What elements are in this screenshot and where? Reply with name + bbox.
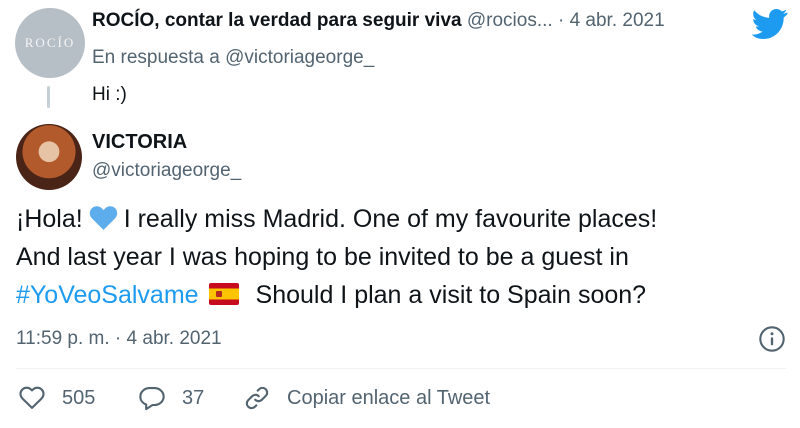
avatar-rocio[interactable]: ROCÍO: [15, 8, 85, 78]
tweet-text-1: I really miss Madrid. One of my favourit…: [123, 205, 658, 233]
twitter-bird-icon[interactable]: [752, 8, 788, 40]
tweet-line-2: And last year I was hoping to be invited…: [16, 243, 629, 271]
link-icon: [245, 386, 269, 410]
thread-line: [47, 86, 50, 108]
tweet-text-3: Should I plan a visit to Spain soon?: [255, 281, 647, 309]
copy-link-button[interactable]: Copiar enlace al Tweet: [243, 384, 490, 412]
tweet-timestamp[interactable]: 11:59 p. m. · 4 abr. 2021: [16, 328, 222, 350]
tweet-line-3: #YoVeoSalvame Should I plan a visit to S…: [16, 276, 786, 314]
spain-flag-emoji-icon: [208, 283, 239, 305]
copy-link-label: Copiar enlace al Tweet: [287, 386, 491, 409]
parent-tweet-text: Hi :): [92, 84, 127, 105]
tweet-body: ¡Hola! I really miss Madrid. One of my fa…: [16, 200, 786, 314]
parent-tweet-header: ROCÍO, contar la verdad para seguir viva…: [92, 10, 665, 32]
info-icon[interactable]: [758, 325, 786, 353]
avatar-text: ROCÍO: [24, 35, 76, 50]
divider: [16, 368, 786, 369]
parent-date[interactable]: 4 abr. 2021: [570, 10, 665, 31]
separator-dot: ·: [557, 10, 565, 31]
parent-handle[interactable]: @rocios...: [467, 10, 553, 31]
reply-button[interactable]: 37: [138, 384, 204, 412]
reply-count: 37: [182, 386, 205, 409]
hashtag-link[interactable]: #YoVeoSalvame: [16, 281, 199, 309]
heart-icon: [19, 386, 45, 409]
reply-to-label[interactable]: En respuesta a @victoriageorge_: [92, 47, 374, 69]
parent-display-name[interactable]: ROCÍO, contar la verdad para seguir viva: [92, 10, 462, 31]
tweet-line-1: ¡Hola! I really miss Madrid. One of my fa…: [16, 200, 786, 238]
like-button[interactable]: 505: [18, 384, 95, 412]
like-count: 505: [62, 386, 96, 409]
comment-icon: [139, 387, 165, 411]
handle[interactable]: @victoriageorge_: [92, 160, 241, 182]
avatar-victoria[interactable]: [16, 124, 82, 190]
blue-heart-emoji-icon: [89, 206, 117, 230]
greeting-text: ¡Hola!: [16, 205, 83, 233]
display-name[interactable]: VICTORIA: [92, 131, 187, 154]
